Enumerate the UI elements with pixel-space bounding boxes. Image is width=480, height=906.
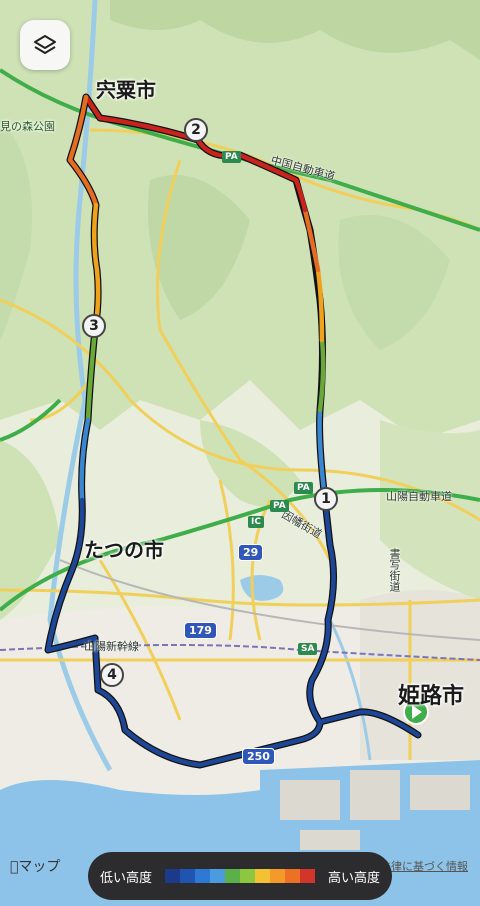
route-marker-3[interactable]: 3 (82, 314, 106, 338)
legend-low-label: 低い高度 (100, 870, 153, 886)
sa-label: SA (298, 643, 318, 655)
elevation-legend: 低い高度 高い高度 (88, 852, 392, 900)
route-marker-4[interactable]: 4 (100, 663, 124, 687)
legend-high-label: 高い高度 (327, 870, 380, 886)
legend-swatch (165, 869, 180, 883)
park-label: 見の森公園 (0, 120, 55, 133)
legend-swatch (195, 869, 210, 883)
route-shield-250: 250 (242, 748, 275, 765)
city-label-tatsuno: たつの市 (84, 538, 164, 562)
apple-maps-text: マップ (10, 859, 60, 875)
shinkansen-label: 山陽新幹線 (84, 640, 139, 653)
legend-swatch (255, 869, 270, 883)
legend-swatch (270, 869, 285, 883)
apple-maps-logo: マップ (10, 856, 60, 876)
layers-button[interactable] (20, 20, 70, 70)
pa-label-2: PA (294, 482, 313, 494)
route-marker-2[interactable]: 2 (184, 118, 208, 142)
legend-swatch (240, 869, 255, 883)
legend-swatch (300, 869, 315, 883)
layers-icon (34, 35, 56, 54)
legend-swatch (285, 869, 300, 883)
legend-color-bar (165, 869, 315, 883)
pa-label-1: PA (222, 151, 241, 163)
sanyo-expressway-label: 山陽自動車道 (386, 490, 452, 503)
legend-swatch (225, 869, 240, 883)
route-shield-179: 179 (184, 622, 217, 639)
legend-swatch (210, 869, 225, 883)
legend-swatch (180, 869, 195, 883)
city-label-shiso: 宍粟市 (96, 78, 156, 102)
map-canvas[interactable] (0, 0, 480, 906)
pa-label-3: PA (270, 500, 289, 512)
city-label-himeji: 姫路市 (398, 684, 465, 709)
route-shield-29: 29 (238, 544, 264, 561)
shosha-road-label: 書写街道 (388, 548, 401, 592)
route-marker-1[interactable]: 1 (314, 487, 338, 511)
legal-link[interactable]: 法律に基づく情報 (380, 858, 468, 874)
ic-label: IC (248, 516, 264, 528)
